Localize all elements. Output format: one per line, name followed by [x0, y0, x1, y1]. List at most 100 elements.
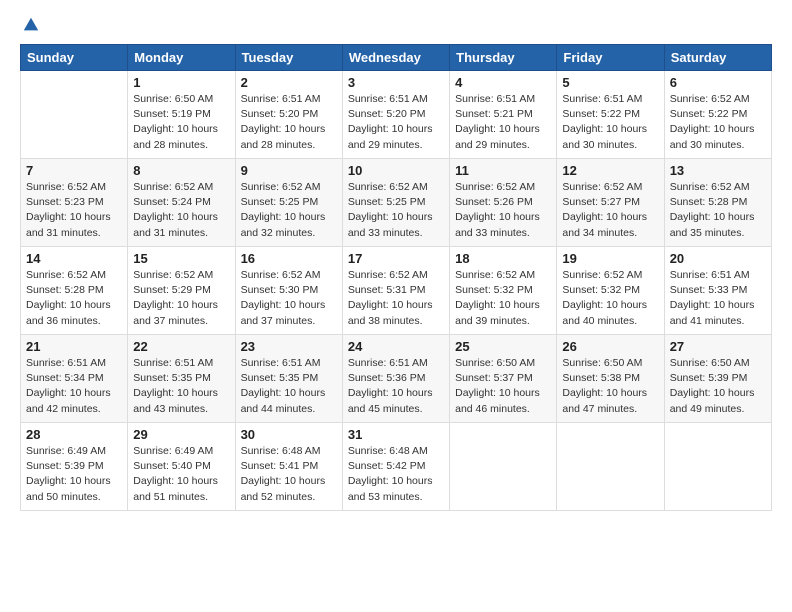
day-number: 13	[670, 163, 766, 178]
day-info: Sunrise: 6:48 AM Sunset: 5:42 PM Dayligh…	[348, 444, 444, 505]
day-info: Sunrise: 6:50 AM Sunset: 5:37 PM Dayligh…	[455, 356, 551, 417]
day-number: 4	[455, 75, 551, 90]
day-info: Sunrise: 6:52 AM Sunset: 5:29 PM Dayligh…	[133, 268, 229, 329]
calendar-cell: 21 Sunrise: 6:51 AM Sunset: 5:34 PM Dayli…	[21, 335, 128, 423]
calendar-cell: 27 Sunrise: 6:50 AM Sunset: 5:39 PM Dayli…	[664, 335, 771, 423]
day-info: Sunrise: 6:52 AM Sunset: 5:32 PM Dayligh…	[562, 268, 658, 329]
day-number: 16	[241, 251, 337, 266]
day-info: Sunrise: 6:48 AM Sunset: 5:41 PM Dayligh…	[241, 444, 337, 505]
day-info: Sunrise: 6:51 AM Sunset: 5:35 PM Dayligh…	[241, 356, 337, 417]
day-number: 28	[26, 427, 122, 442]
day-number: 17	[348, 251, 444, 266]
day-number: 5	[562, 75, 658, 90]
day-number: 27	[670, 339, 766, 354]
day-number: 11	[455, 163, 551, 178]
day-number: 25	[455, 339, 551, 354]
day-info: Sunrise: 6:52 AM Sunset: 5:22 PM Dayligh…	[670, 92, 766, 153]
calendar-cell: 19Sunrise: 6:52 AM Sunset: 5:32 PM Dayli…	[557, 247, 664, 335]
day-number: 10	[348, 163, 444, 178]
day-info: Sunrise: 6:50 AM Sunset: 5:38 PM Dayligh…	[562, 356, 658, 417]
day-info: Sunrise: 6:50 AM Sunset: 5:39 PM Dayligh…	[670, 356, 766, 417]
day-info: Sunrise: 6:52 AM Sunset: 5:23 PM Dayligh…	[26, 180, 122, 241]
calendar-cell: 3 Sunrise: 6:51 AM Sunset: 5:20 PM Daylig…	[342, 71, 449, 159]
day-info: Sunrise: 6:52 AM Sunset: 5:28 PM Dayligh…	[26, 268, 122, 329]
day-number: 14	[26, 251, 122, 266]
day-number: 15	[133, 251, 229, 266]
day-info: Sunrise: 6:52 AM Sunset: 5:24 PM Dayligh…	[133, 180, 229, 241]
day-number: 29	[133, 427, 229, 442]
day-info: Sunrise: 6:51 AM Sunset: 5:22 PM Dayligh…	[562, 92, 658, 153]
calendar-cell: 6 Sunrise: 6:52 AM Sunset: 5:22 PM Daylig…	[664, 71, 771, 159]
day-info: Sunrise: 6:51 AM Sunset: 5:21 PM Dayligh…	[455, 92, 551, 153]
day-number: 23	[241, 339, 337, 354]
calendar-cell: 29 Sunrise: 6:49 AM Sunset: 5:40 PM Dayli…	[128, 423, 235, 511]
calendar-cell	[557, 423, 664, 511]
logo-icon	[22, 16, 40, 34]
day-number: 24	[348, 339, 444, 354]
day-number: 1	[133, 75, 229, 90]
weekday-header-saturday: Saturday	[664, 45, 771, 71]
day-number: 22	[133, 339, 229, 354]
day-number: 2	[241, 75, 337, 90]
calendar-cell: 30 Sunrise: 6:48 AM Sunset: 5:41 PM Dayli…	[235, 423, 342, 511]
week-row-3: 14 Sunrise: 6:52 AM Sunset: 5:28 PM Dayli…	[21, 247, 772, 335]
day-number: 3	[348, 75, 444, 90]
calendar-cell: 2 Sunrise: 6:51 AM Sunset: 5:20 PM Daylig…	[235, 71, 342, 159]
calendar-cell: 28 Sunrise: 6:49 AM Sunset: 5:39 PM Dayli…	[21, 423, 128, 511]
calendar-cell	[21, 71, 128, 159]
day-info: Sunrise: 6:51 AM Sunset: 5:33 PM Dayligh…	[670, 268, 766, 329]
day-number: 6	[670, 75, 766, 90]
calendar-cell: 22Sunrise: 6:51 AM Sunset: 5:35 PM Dayli…	[128, 335, 235, 423]
day-info: Sunrise: 6:51 AM Sunset: 5:36 PM Dayligh…	[348, 356, 444, 417]
weekday-header-thursday: Thursday	[450, 45, 557, 71]
calendar-cell	[664, 423, 771, 511]
calendar-cell: 8 Sunrise: 6:52 AM Sunset: 5:24 PM Daylig…	[128, 159, 235, 247]
day-info: Sunrise: 6:51 AM Sunset: 5:34 PM Dayligh…	[26, 356, 122, 417]
day-info: Sunrise: 6:52 AM Sunset: 5:25 PM Dayligh…	[241, 180, 337, 241]
calendar-cell: 24 Sunrise: 6:51 AM Sunset: 5:36 PM Dayli…	[342, 335, 449, 423]
day-number: 31	[348, 427, 444, 442]
weekday-header-tuesday: Tuesday	[235, 45, 342, 71]
weekday-header-friday: Friday	[557, 45, 664, 71]
calendar-cell: 5 Sunrise: 6:51 AM Sunset: 5:22 PM Daylig…	[557, 71, 664, 159]
day-info: Sunrise: 6:52 AM Sunset: 5:27 PM Dayligh…	[562, 180, 658, 241]
day-number: 9	[241, 163, 337, 178]
calendar-cell: 12 Sunrise: 6:52 AM Sunset: 5:27 PM Dayli…	[557, 159, 664, 247]
day-info: Sunrise: 6:52 AM Sunset: 5:25 PM Dayligh…	[348, 180, 444, 241]
day-info: Sunrise: 6:49 AM Sunset: 5:40 PM Dayligh…	[133, 444, 229, 505]
day-number: 26	[562, 339, 658, 354]
day-info: Sunrise: 6:52 AM Sunset: 5:30 PM Dayligh…	[241, 268, 337, 329]
calendar-cell: 9 Sunrise: 6:52 AM Sunset: 5:25 PM Daylig…	[235, 159, 342, 247]
logo	[20, 16, 40, 34]
calendar-cell: 11Sunrise: 6:52 AM Sunset: 5:26 PM Dayli…	[450, 159, 557, 247]
week-row-2: 7Sunrise: 6:52 AM Sunset: 5:23 PM Daylig…	[21, 159, 772, 247]
calendar-cell: 10 Sunrise: 6:52 AM Sunset: 5:25 PM Dayli…	[342, 159, 449, 247]
day-number: 12	[562, 163, 658, 178]
calendar-cell	[450, 423, 557, 511]
day-info: Sunrise: 6:50 AM Sunset: 5:19 PM Dayligh…	[133, 92, 229, 153]
weekday-header-monday: Monday	[128, 45, 235, 71]
week-row-4: 21 Sunrise: 6:51 AM Sunset: 5:34 PM Dayli…	[21, 335, 772, 423]
weekday-header-row: SundayMondayTuesdayWednesdayThursdayFrid…	[21, 45, 772, 71]
day-info: Sunrise: 6:52 AM Sunset: 5:28 PM Dayligh…	[670, 180, 766, 241]
calendar-cell: 23 Sunrise: 6:51 AM Sunset: 5:35 PM Dayli…	[235, 335, 342, 423]
day-info: Sunrise: 6:49 AM Sunset: 5:39 PM Dayligh…	[26, 444, 122, 505]
calendar-cell: 20 Sunrise: 6:51 AM Sunset: 5:33 PM Dayli…	[664, 247, 771, 335]
day-number: 8	[133, 163, 229, 178]
calendar-cell: 14 Sunrise: 6:52 AM Sunset: 5:28 PM Dayli…	[21, 247, 128, 335]
day-number: 21	[26, 339, 122, 354]
day-info: Sunrise: 6:51 AM Sunset: 5:20 PM Dayligh…	[241, 92, 337, 153]
day-number: 30	[241, 427, 337, 442]
calendar-cell: 13 Sunrise: 6:52 AM Sunset: 5:28 PM Dayli…	[664, 159, 771, 247]
calendar-cell: 7Sunrise: 6:52 AM Sunset: 5:23 PM Daylig…	[21, 159, 128, 247]
calendar-cell: 18Sunrise: 6:52 AM Sunset: 5:32 PM Dayli…	[450, 247, 557, 335]
weekday-header-sunday: Sunday	[21, 45, 128, 71]
calendar-cell: 4 Sunrise: 6:51 AM Sunset: 5:21 PM Daylig…	[450, 71, 557, 159]
week-row-5: 28 Sunrise: 6:49 AM Sunset: 5:39 PM Dayli…	[21, 423, 772, 511]
day-info: Sunrise: 6:52 AM Sunset: 5:31 PM Dayligh…	[348, 268, 444, 329]
day-info: Sunrise: 6:51 AM Sunset: 5:20 PM Dayligh…	[348, 92, 444, 153]
page: SundayMondayTuesdayWednesdayThursdayFrid…	[0, 0, 792, 521]
header	[20, 16, 772, 34]
day-number: 20	[670, 251, 766, 266]
calendar-cell: 1 Sunrise: 6:50 AM Sunset: 5:19 PM Daylig…	[128, 71, 235, 159]
